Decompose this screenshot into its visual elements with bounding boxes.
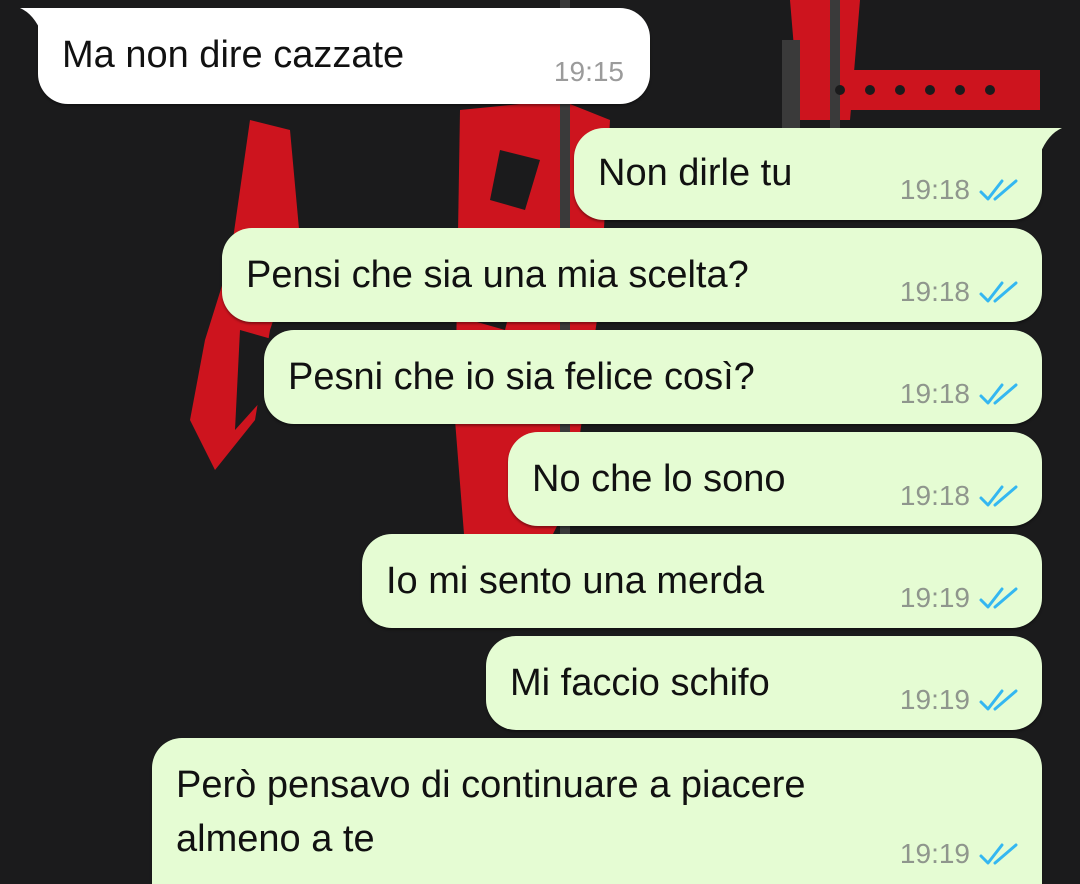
- message-meta: 19:18: [900, 480, 1020, 512]
- read-double-tick-icon: [979, 843, 1018, 865]
- message-meta: 19:18: [900, 174, 1020, 206]
- message-time: 19:18: [899, 276, 970, 307]
- outgoing-message[interactable]: Però pensavo di continuare a piacere alm…: [152, 738, 1042, 884]
- outgoing-message[interactable]: Pesni che io sia felice così? 19:18: [264, 330, 1042, 424]
- message-meta: 19:18: [900, 378, 1020, 410]
- message-text: Pensi che sia una mia scelta?: [246, 254, 749, 296]
- message-text: Pesni che io sia felice così?: [288, 356, 755, 398]
- message-list[interactable]: Ma non dire cazzate 19:15 Non dirle tu 1…: [0, 0, 1080, 884]
- message-text: Mi faccio schifo: [510, 662, 770, 704]
- outgoing-message[interactable]: Pensi che sia una mia scelta? 19:18: [222, 228, 1042, 322]
- message-time: 19:19: [899, 582, 970, 613]
- message-time: 19:19: [899, 684, 970, 715]
- outgoing-message[interactable]: No che lo sono 19:18: [508, 432, 1042, 526]
- message-meta: 19:15: [554, 56, 624, 88]
- bubble-tail-icon: [1022, 128, 1062, 154]
- message-time: 19:18: [899, 480, 970, 511]
- message-time: 19:18: [899, 174, 970, 205]
- message-text: Non dirle tu: [598, 152, 793, 194]
- message-time: 19:19: [899, 838, 970, 869]
- read-double-tick-icon: [979, 281, 1018, 303]
- outgoing-message[interactable]: Non dirle tu 19:18: [574, 128, 1062, 220]
- bubble-tail-icon: [20, 8, 60, 34]
- read-double-tick-icon: [979, 689, 1018, 711]
- read-double-tick-icon: [979, 383, 1018, 405]
- message-meta: 19:19: [900, 838, 1020, 870]
- incoming-message[interactable]: Ma non dire cazzate 19:15: [20, 8, 650, 104]
- message-text: Però pensavo di continuare a piacere alm…: [176, 764, 806, 860]
- message-time: 19:15: [553, 56, 624, 87]
- outgoing-message[interactable]: Mi faccio schifo 19:19: [486, 636, 1042, 730]
- message-text: No che lo sono: [532, 458, 786, 500]
- message-text: Ma non dire cazzate: [62, 34, 405, 76]
- outgoing-message[interactable]: Io mi sento una merda 19:19: [362, 534, 1042, 628]
- message-time: 19:18: [899, 378, 970, 409]
- message-meta: 19:18: [900, 276, 1020, 308]
- read-double-tick-icon: [979, 179, 1018, 201]
- read-double-tick-icon: [979, 587, 1018, 609]
- read-double-tick-icon: [979, 485, 1018, 507]
- message-text: Io mi sento una merda: [386, 560, 765, 602]
- message-meta: 19:19: [900, 684, 1020, 716]
- message-meta: 19:19: [900, 582, 1020, 614]
